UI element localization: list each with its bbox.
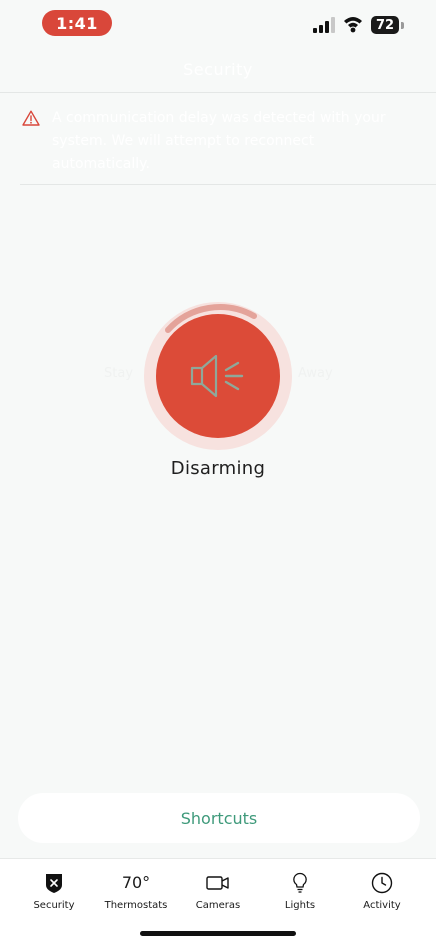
tab-activity[interactable]: Activity <box>342 871 422 921</box>
status-time: 1:41 <box>42 10 112 36</box>
clock-icon <box>371 872 393 894</box>
cellular-signal-icon <box>313 17 335 33</box>
security-state-label: Disarming <box>170 458 266 479</box>
wifi-icon <box>344 17 362 33</box>
alert-divider <box>20 184 436 185</box>
battery-tip <box>401 22 404 29</box>
away-option[interactable]: Away <box>298 366 334 386</box>
camera-icon <box>206 876 229 890</box>
lightbulb-icon <box>293 872 307 893</box>
battery-level: 72 <box>371 16 399 34</box>
tab-cameras-label: Cameras <box>195 900 241 911</box>
alert-message: A communication delay was detected with … <box>52 110 386 172</box>
speaker-icon <box>190 354 244 398</box>
thermostat-temperature: 70° <box>121 873 151 892</box>
status-bar: 1:41 72 <box>0 0 436 48</box>
battery-indicator: 72 <box>371 16 405 34</box>
stay-option[interactable]: Stay <box>104 366 140 386</box>
tab-thermostats-label: Thermostats <box>104 900 168 911</box>
tab-bar: Security 70° Thermostats Cameras Lights <box>0 858 436 946</box>
shortcuts-button[interactable]: Shortcuts <box>18 793 420 843</box>
tab-lights-label: Lights <box>284 900 316 911</box>
page-title: Security <box>183 60 253 79</box>
tab-activity-label: Activity <box>363 900 401 911</box>
home-indicator[interactable] <box>140 931 296 936</box>
tab-security[interactable]: Security <box>14 871 94 921</box>
tab-cameras[interactable]: Cameras <box>178 871 258 921</box>
shortcuts-label: Shortcuts <box>180 808 258 828</box>
security-state-button[interactable] <box>156 314 280 438</box>
warning-icon <box>22 110 40 126</box>
tab-thermostats[interactable]: 70° Thermostats <box>96 871 176 921</box>
tab-security-label: Security <box>33 900 75 911</box>
connection-alert[interactable]: A communication delay was detected with … <box>0 104 436 176</box>
header-divider <box>0 92 436 93</box>
tab-lights[interactable]: Lights <box>260 871 340 921</box>
shield-x-icon <box>46 874 62 893</box>
